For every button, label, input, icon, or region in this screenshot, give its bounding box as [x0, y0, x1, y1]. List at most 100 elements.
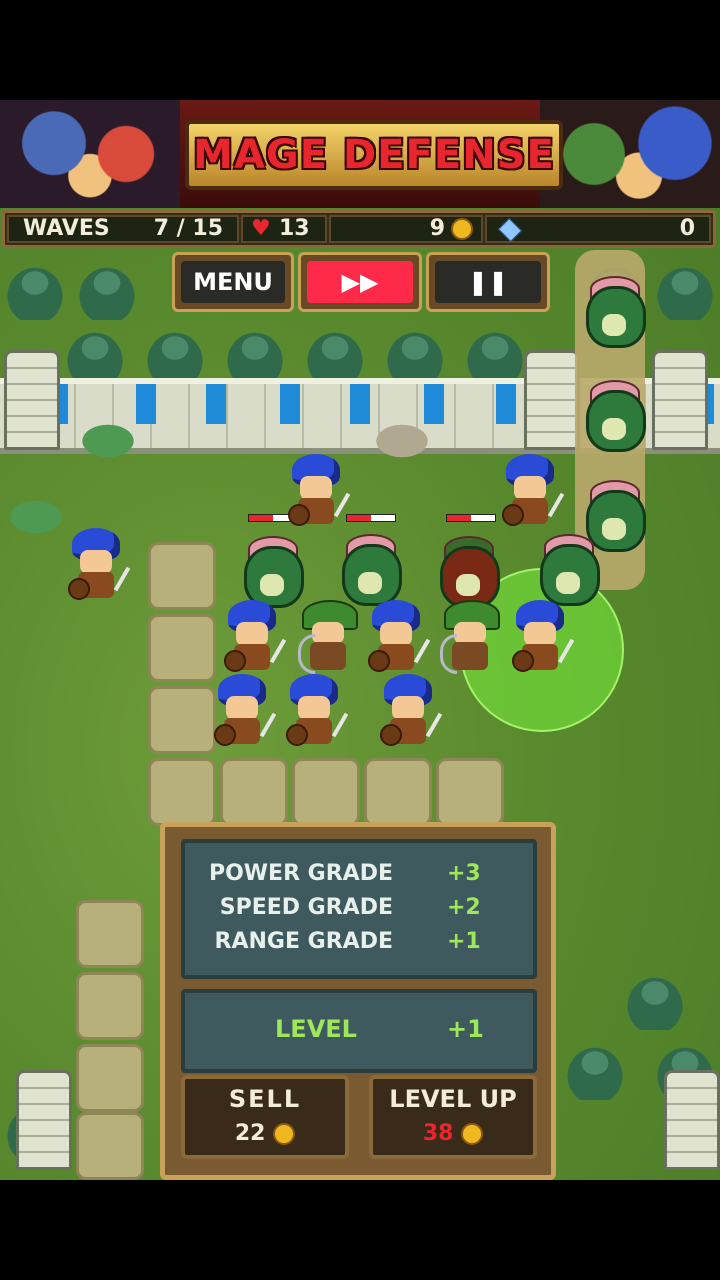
power-grade-row: POWER GRADE +3: [185, 861, 533, 893]
enemy-health-bar: [446, 514, 496, 522]
gem-icon: [497, 217, 523, 243]
path-tile: [364, 758, 432, 826]
fast-forward-icon: ▶▶: [341, 268, 379, 296]
sell-price: 22: [185, 1121, 345, 1146]
lizard-enemy[interactable]: [578, 380, 648, 452]
fast-forward-button-face: ▶▶: [307, 261, 413, 303]
tree: [560, 1040, 630, 1100]
tree: [650, 260, 720, 320]
banner-flag: [424, 384, 444, 424]
tree: [72, 260, 142, 320]
tower-upgrade-panel: POWER GRADE +3 SPEED GRADE +2 RANGE GRAD…: [160, 822, 556, 1180]
path-tile: [76, 972, 144, 1040]
menu-button[interactable]: MENU: [172, 252, 294, 312]
character-art-left: [0, 100, 180, 208]
bush: [6, 498, 66, 536]
hero-unit[interactable]: [286, 454, 351, 534]
hero-unit[interactable]: [284, 674, 349, 754]
hero-unit[interactable]: [66, 528, 131, 608]
enemy-health-bar: [346, 514, 396, 522]
gold-coin-icon: [461, 1123, 484, 1145]
title-plate: MAGE DEFENSE: [185, 120, 563, 190]
bush: [78, 422, 138, 460]
level-up-button[interactable]: LEVEL UP 38: [369, 1075, 537, 1159]
banner-flag: [280, 384, 300, 424]
grade-stats: POWER GRADE +3 SPEED GRADE +2 RANGE GRAD…: [181, 839, 537, 979]
hero-unit[interactable]: [366, 600, 431, 680]
hero-unit[interactable]: [212, 674, 277, 754]
lives-value: 13: [279, 216, 310, 241]
waves-value: 7 / 15: [153, 216, 223, 241]
hero-unit-selected[interactable]: [510, 600, 575, 680]
gold-coin-icon: [273, 1123, 296, 1145]
heart-icon: ♥: [251, 216, 271, 241]
level-value: +1: [447, 1015, 484, 1043]
range-grade-value: +1: [447, 929, 481, 954]
pause-icon: ❚❚: [467, 268, 509, 296]
wall-tower: [16, 1070, 72, 1170]
speed-grade-label: SPEED GRADE: [219, 895, 393, 920]
wall-tower: [524, 350, 580, 450]
lizard-enemy[interactable]: [532, 534, 602, 606]
tree: [220, 325, 290, 385]
sell-price-value: 22: [234, 1121, 266, 1146]
power-grade-value: +3: [447, 861, 481, 886]
banner-flag: [206, 384, 226, 424]
lizard-enemy[interactable]: [578, 276, 648, 348]
pause-button[interactable]: ❚❚: [426, 252, 550, 312]
gem-counter: 0: [485, 215, 711, 243]
path-tile: [148, 686, 216, 754]
path-tile: [76, 1044, 144, 1112]
title-banner: MAGE DEFENSE: [0, 100, 720, 208]
rock: [372, 422, 432, 460]
wall-tower: [652, 350, 708, 450]
tree: [300, 325, 370, 385]
lives-counter: ♥ 13: [241, 215, 327, 243]
sell-button[interactable]: SELL 22: [181, 1075, 349, 1159]
hero-unit[interactable]: [378, 674, 443, 754]
tree: [60, 325, 130, 385]
speed-grade-row: SPEED GRADE +2: [185, 895, 533, 927]
path-tile: [148, 758, 216, 826]
waves-counter: WAVES 7 / 15: [7, 215, 239, 243]
archer-unit[interactable]: [298, 600, 358, 676]
pause-button-face: ❚❚: [435, 261, 541, 303]
sell-label: SELL: [228, 1085, 302, 1113]
level-info: LEVEL +1: [181, 989, 537, 1073]
wall-tower: [664, 1070, 720, 1170]
path-tile: [292, 758, 360, 826]
game-title: MAGE DEFENSE: [193, 132, 555, 178]
path-tile: [148, 542, 216, 610]
waves-label: WAVES: [23, 216, 110, 241]
tree: [620, 970, 690, 1030]
fast-forward-button[interactable]: ▶▶: [298, 252, 422, 312]
power-grade-label: POWER GRADE: [208, 861, 393, 886]
range-grade-row: RANGE GRADE +1: [185, 929, 533, 961]
archer-unit[interactable]: [440, 600, 500, 676]
menu-label: MENU: [193, 268, 273, 296]
wall-tower: [4, 350, 60, 450]
path-tile: [436, 758, 504, 826]
banner-flag: [496, 384, 516, 424]
hero-unit[interactable]: [222, 600, 287, 680]
lizard-enemy-red[interactable]: [432, 536, 502, 608]
gold-coin-icon: [451, 218, 473, 240]
lizard-enemy[interactable]: [236, 536, 306, 608]
path-tile: [76, 900, 144, 968]
tree: [0, 260, 70, 320]
range-grade-label: RANGE GRADE: [214, 929, 393, 954]
banner-flag: [136, 384, 156, 424]
gold-counter: 9: [329, 215, 483, 243]
level-up-label: LEVEL UP: [389, 1085, 517, 1113]
level-up-price-value: 38: [422, 1121, 454, 1146]
lizard-enemy[interactable]: [334, 534, 404, 606]
tree: [140, 325, 210, 385]
game-screen: MAGE DEFENSE WAVES 7 / 15 ♥ 13 9 0 MENU …: [0, 100, 720, 1180]
tree: [380, 325, 450, 385]
character-art-right: [540, 100, 720, 208]
path-tile: [148, 614, 216, 682]
hero-unit[interactable]: [500, 454, 565, 534]
menu-button-face: MENU: [181, 261, 285, 303]
gem-value: 0: [679, 216, 695, 241]
status-bar: WAVES 7 / 15 ♥ 13 9 0: [2, 210, 716, 248]
